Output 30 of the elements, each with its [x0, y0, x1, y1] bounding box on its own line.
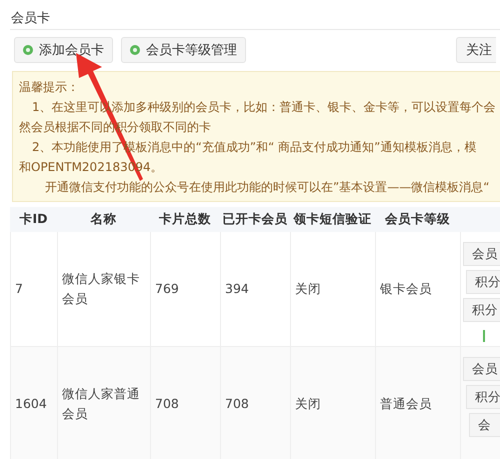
table-cell: 微信人家银卡会员 [57, 232, 150, 347]
table-cell: 708 [220, 347, 290, 459]
action-button[interactable]: 会员 [463, 357, 500, 381]
column-header: 卡片总数 [150, 207, 220, 232]
table-cell: 普通会员 [375, 347, 460, 459]
notice-line: 开通微信支付功能的公众号在使用此功能的时候可以在”基本设置——微信模板消息“ [44, 179, 490, 196]
table-cell: 7 [10, 232, 57, 347]
column-header: 会员卡等级 [375, 207, 460, 232]
follow-button[interactable]: 关注 [456, 37, 496, 63]
plus-circle-icon [130, 45, 140, 55]
table-cell: 394 [220, 232, 290, 347]
table-cell: 1604 [10, 347, 57, 459]
table-cell: 708 [150, 347, 220, 459]
toolbar-button[interactable]: 添加会员卡 [14, 37, 113, 63]
table-cell: 关闭 [290, 232, 375, 347]
table-cell: 银卡会员 [375, 232, 460, 347]
toolbar-button[interactable]: 会员卡等级管理 [121, 37, 246, 63]
action-button[interactable]: 会员 [463, 242, 500, 266]
column-header: 已开卡会员 [220, 207, 290, 232]
page-title: 会员卡 [10, 0, 500, 30]
notice-line: 温馨提示： [19, 79, 80, 96]
column-header: 卡ID [10, 207, 57, 232]
table-cell: 微信人家普通会员 [57, 347, 150, 459]
column-header: 领卡短信验证 [290, 207, 375, 232]
column-header: 名称 [57, 207, 150, 232]
table-cell: 769 [150, 232, 220, 347]
table-cell: 关闭 [290, 347, 375, 459]
plus-circle-icon [23, 45, 33, 55]
action-button[interactable]: 积分 [463, 298, 500, 322]
action-button[interactable]: 会 [469, 413, 500, 437]
